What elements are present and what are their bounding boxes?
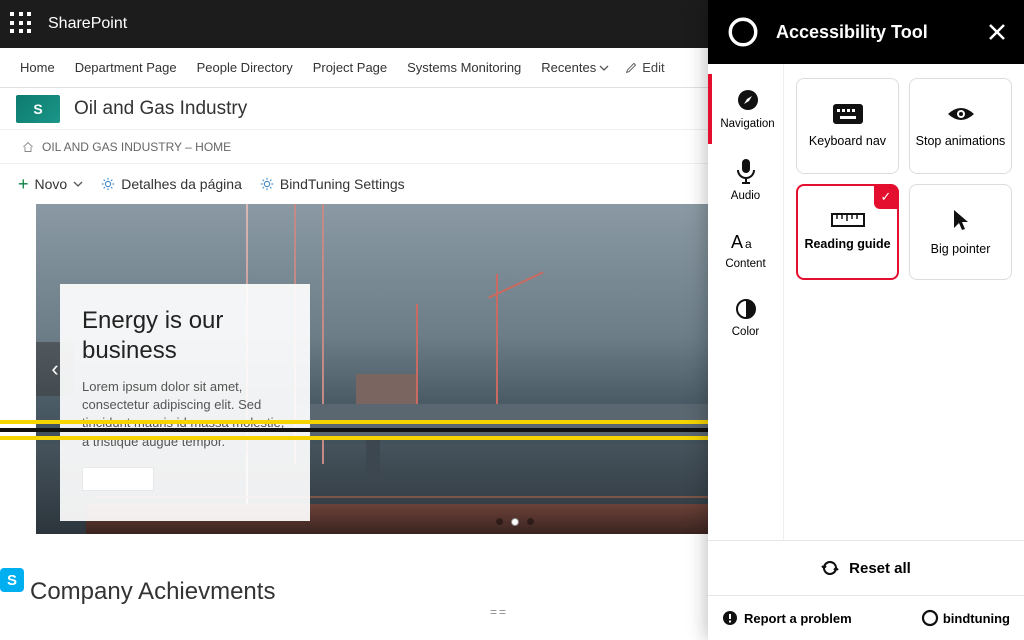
a11y-category-tabs: Navigation Audio Aa Content Color — [708, 64, 784, 540]
tool-label: Big pointer — [931, 242, 991, 256]
pencil-icon — [625, 61, 638, 74]
a11y-header: Accessibility Tool — [708, 0, 1024, 64]
hero-title: Energy is our business — [82, 306, 288, 366]
section-heading: Company Achievments — [30, 578, 275, 606]
tool-label: Keyboard nav — [809, 134, 886, 148]
tab-label: Color — [732, 326, 759, 338]
cmd-page-details[interactable]: Detalhes da página — [101, 176, 242, 192]
tab-label: Audio — [731, 190, 760, 202]
a11y-tools-grid: Keyboard nav Stop animations ✓ Reading g… — [784, 64, 1024, 540]
close-icon — [988, 23, 1006, 41]
site-title: Oil and Gas Industry — [74, 98, 247, 120]
tab-label: Content — [725, 258, 765, 270]
bindtuning-logo-icon — [726, 15, 760, 49]
chevron-down-icon — [73, 179, 83, 189]
reset-label: Reset all — [849, 560, 911, 577]
tool-label: Stop animations — [916, 134, 1006, 148]
tab-label: Navigation — [720, 118, 774, 130]
svg-text:a: a — [745, 237, 752, 251]
tab-content[interactable]: Aa Content — [708, 216, 783, 284]
slider-dots — [496, 518, 534, 526]
tool-keyboard-nav[interactable]: Keyboard nav — [796, 78, 899, 174]
refresh-icon — [821, 559, 839, 577]
site-logo[interactable] — [16, 95, 60, 123]
cmd-novo[interactable]: + Novo — [18, 174, 83, 195]
dot[interactable] — [527, 518, 534, 525]
hero-cta-button[interactable] — [82, 467, 154, 491]
a11y-title: Accessibility Tool — [776, 22, 972, 43]
microphone-icon — [735, 158, 757, 184]
svg-text:A: A — [731, 232, 743, 252]
gear-icon — [101, 177, 115, 191]
tool-label: Reading guide — [804, 237, 890, 251]
cmd-bindtuning-label: BindTuning Settings — [280, 176, 405, 192]
reset-all-button[interactable]: Reset all — [708, 541, 1024, 596]
compass-icon — [736, 88, 760, 112]
report-label: Report a problem — [744, 611, 852, 626]
tab-audio[interactable]: Audio — [708, 144, 783, 216]
tool-reading-guide[interactable]: ✓ Reading guide — [796, 184, 899, 280]
cmd-page-details-label: Detalhes da página — [121, 176, 242, 192]
tool-big-pointer[interactable]: Big pointer — [909, 184, 1012, 280]
nav-home[interactable]: Home — [10, 60, 65, 75]
skype-icon[interactable]: S — [0, 568, 24, 592]
text-size-icon: Aa — [731, 230, 761, 252]
suite-brand: SharePoint — [48, 15, 127, 33]
nav-project[interactable]: Project Page — [303, 60, 397, 75]
nav-systems[interactable]: Systems Monitoring — [397, 60, 531, 75]
nav-recentes-label: Recentes — [541, 60, 596, 75]
nav-edit-link[interactable]: Edit — [625, 60, 664, 75]
section-drag-handle[interactable]: == — [490, 605, 508, 619]
a11y-footer: Reset all Report a problem bindtuning — [708, 540, 1024, 640]
bindtuning-brand[interactable]: bindtuning — [921, 609, 1010, 627]
eye-icon — [946, 104, 976, 124]
tab-navigation[interactable]: Navigation — [708, 74, 783, 144]
bindtuning-icon — [921, 609, 939, 627]
dot[interactable] — [496, 518, 503, 525]
alert-icon — [722, 610, 738, 626]
nav-recentes[interactable]: Recentes — [531, 60, 619, 75]
check-badge: ✓ — [874, 185, 898, 209]
ruler-icon — [831, 213, 865, 227]
hero-card: Energy is our business Lorem ipsum dolor… — [60, 284, 310, 521]
brand-label: bindtuning — [943, 611, 1010, 626]
nav-edit-label: Edit — [642, 60, 664, 75]
keyboard-icon — [833, 104, 863, 124]
nav-department[interactable]: Department Page — [65, 60, 187, 75]
app-launcher-icon[interactable] — [10, 12, 34, 36]
cursor-icon — [951, 208, 971, 232]
accessibility-panel: Accessibility Tool Navigation Audio Aa C… — [708, 0, 1024, 640]
close-button[interactable] — [988, 23, 1006, 41]
cmd-novo-label: Novo — [35, 176, 68, 192]
cmd-bindtuning-settings[interactable]: BindTuning Settings — [260, 176, 405, 192]
hero-body: Lorem ipsum dolor sit amet, consectetur … — [82, 378, 288, 451]
tab-color[interactable]: Color — [708, 284, 783, 352]
chevron-down-icon — [599, 63, 609, 73]
breadcrumb-text[interactable]: OIL AND GAS INDUSTRY – HOME — [42, 140, 231, 154]
dot-active[interactable] — [511, 518, 519, 526]
home-icon — [22, 141, 34, 153]
report-problem-link[interactable]: Report a problem — [722, 610, 852, 626]
contrast-icon — [735, 298, 757, 320]
nav-people[interactable]: People Directory — [187, 60, 303, 75]
gear-icon — [260, 177, 274, 191]
tool-stop-animations[interactable]: Stop animations — [909, 78, 1012, 174]
plus-icon: + — [18, 174, 29, 195]
